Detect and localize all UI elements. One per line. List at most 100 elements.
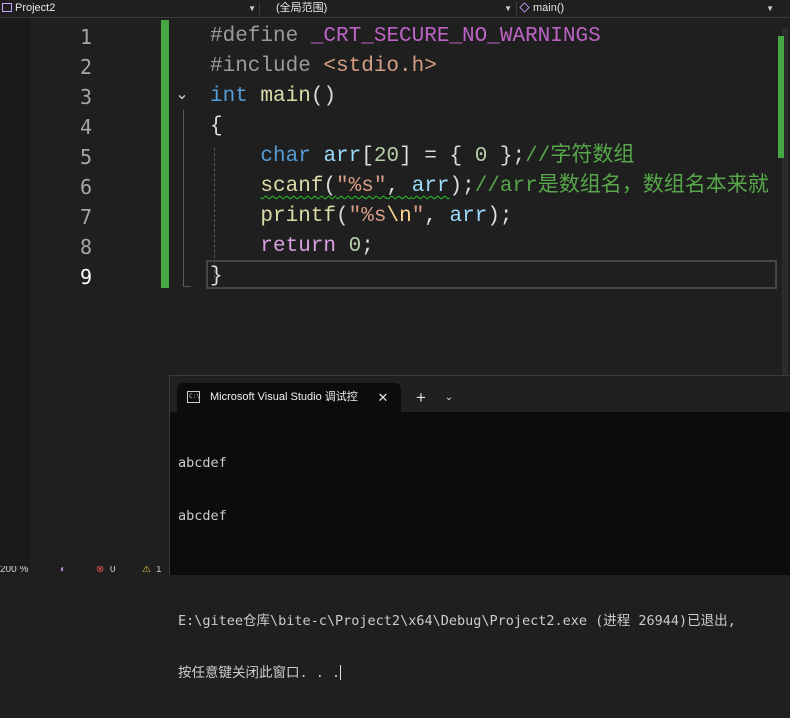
code-token: );	[449, 175, 475, 198]
line-number: 5	[79, 145, 92, 169]
output-line: 按任意键关闭此窗口. . .	[178, 665, 341, 681]
code-token: #include	[210, 55, 324, 78]
code-token: char	[260, 145, 324, 168]
code-token: //arr是数组名，数组名本来就	[474, 175, 769, 198]
code-line[interactable]: printf("%s\n", arr);	[210, 202, 513, 232]
scope-dropdown[interactable]: (全局范围) ▼	[262, 0, 514, 17]
project-icon	[2, 3, 12, 12]
zoom-level[interactable]: 200 %	[0, 566, 28, 574]
code-token: \n	[386, 205, 412, 228]
code-token: (	[323, 175, 337, 198]
code-token: scanf	[260, 175, 324, 198]
code-token: {	[210, 115, 223, 138]
code-line[interactable]: int main()	[210, 82, 336, 112]
code-token: 20	[373, 145, 400, 168]
debug-console-window[interactable]: C:\ Microsoft Visual Studio 调试控 ✕ + ⌄ ab…	[169, 375, 790, 681]
warning-count: 1	[156, 566, 162, 574]
code-token: "	[411, 205, 425, 228]
terminal-tab-title: Microsoft Visual Studio 调试控	[210, 391, 358, 403]
code-token: return	[260, 235, 349, 258]
chevron-down-icon: ▼	[504, 4, 512, 13]
plus-icon[interactable]: +	[410, 383, 432, 412]
close-icon[interactable]: ✕	[375, 383, 391, 412]
code-token: 0	[474, 145, 488, 168]
code-line[interactable]: scanf("%s", arr);//arr是数组名，数组名本来就	[210, 172, 769, 202]
code-token: main	[260, 85, 311, 108]
scope-guide-line	[183, 110, 184, 286]
error-count: 0	[110, 566, 116, 574]
chevron-down-icon: ▼	[766, 4, 774, 13]
line-number: 8	[79, 235, 92, 259]
terminal-icon: C:\	[187, 391, 200, 403]
member-dropdown[interactable]: main() ▼	[518, 0, 776, 17]
line-number: 3	[79, 85, 92, 109]
glyph-margin[interactable]	[0, 18, 30, 574]
code-token: //字符数组	[525, 145, 635, 168]
code-token: };	[487, 145, 526, 168]
code-token: <stdio.h>	[323, 55, 437, 78]
cube-icon	[519, 2, 530, 13]
current-line-highlight	[206, 260, 777, 289]
warning-icon[interactable]: ⚠	[142, 566, 151, 574]
code-token: );	[487, 205, 513, 228]
code-token: #define	[210, 25, 311, 48]
output-line: abcdef	[178, 507, 227, 524]
code-line[interactable]: char arr[20] = { 0 };//字符数组	[210, 142, 634, 172]
change-tracking-bar	[161, 20, 169, 288]
code-token: int	[210, 85, 261, 108]
scope-label: (全局范围)	[276, 2, 328, 14]
chevron-down-icon[interactable]: ⌄	[438, 383, 460, 412]
output-line: abcdef	[178, 455, 227, 471]
editor-vertical-scrollbar[interactable]	[778, 18, 790, 378]
code-token: arr	[449, 205, 488, 228]
terminal-titlebar: C:\ Microsoft Visual Studio 调试控 ✕ + ⌄	[170, 376, 790, 412]
code-token: arr	[411, 175, 450, 198]
project-name: Project2	[15, 2, 56, 14]
code-token: "%s	[348, 205, 387, 228]
code-token: printf	[260, 205, 337, 228]
code-line[interactable]: {	[210, 112, 223, 142]
code-token: ] = {	[399, 145, 475, 168]
code-token: [	[361, 145, 374, 168]
output-line: E:\gitee仓库\bite-c\Project2\x64\Debug\Pro…	[178, 612, 736, 629]
code-token: ()	[310, 85, 337, 108]
line-number: 7	[79, 205, 92, 229]
code-token: ,	[424, 205, 450, 228]
code-line[interactable]: #include <stdio.h>	[210, 52, 437, 82]
fold-chevron-icon[interactable]: ⌄	[172, 83, 192, 107]
code-token: ;	[361, 235, 374, 258]
line-number: 4	[79, 115, 92, 139]
line-number: 1	[79, 25, 92, 49]
code-token: "%s"	[336, 175, 387, 198]
terminal-tab[interactable]: C:\ Microsoft Visual Studio 调试控 ✕	[177, 383, 401, 412]
code-token: _CRT_SECURE_NO_WARNINGS	[310, 25, 601, 48]
code-token: (	[336, 205, 349, 228]
code-token: }	[210, 265, 223, 288]
output-line-prompt: 按任意键关闭此窗口. . .	[178, 665, 736, 683]
scope-guide-end	[183, 286, 191, 287]
status-bar: 200 % ◐ ⊗ 0 ⚠ 1	[0, 566, 170, 574]
code-token: 0	[348, 235, 362, 258]
error-icon[interactable]: ⊗	[96, 566, 104, 574]
code-token: ,	[386, 175, 412, 198]
divider	[259, 2, 260, 15]
navigation-bar: Project2 ▼ (全局范围) ▼ main() ▼	[0, 0, 790, 18]
terminal-output[interactable]: abcdef abcdef E:\gitee仓库\bite-c\Project2…	[178, 420, 736, 718]
code-line[interactable]: return 0;	[210, 232, 374, 262]
scrollbar-change-marker	[778, 36, 784, 158]
line-number-current: 9	[79, 265, 92, 289]
code-token: arr	[323, 145, 362, 168]
line-number: 2	[79, 55, 92, 79]
line-number: 6	[79, 175, 92, 199]
code-line[interactable]: #define _CRT_SECURE_NO_WARNINGS	[210, 22, 601, 52]
divider	[516, 2, 517, 15]
git-icon: ◐	[60, 566, 67, 574]
project-dropdown[interactable]: Project2 ▼	[0, 0, 258, 17]
chevron-down-icon: ▼	[248, 4, 256, 13]
code-line[interactable]: }	[210, 262, 223, 292]
